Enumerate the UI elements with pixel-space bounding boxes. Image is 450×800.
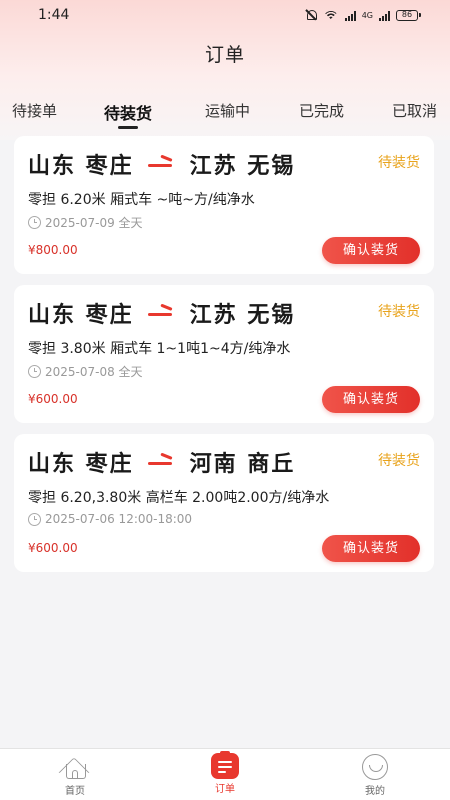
order-icon <box>211 751 239 779</box>
load-time: 2025-07-09 全天 <box>28 214 143 231</box>
network-label: 4G <box>361 10 373 20</box>
destination: 江苏 无锡 <box>189 154 296 179</box>
route-arrow-icon <box>147 457 176 467</box>
bottom-nav: 首页 订单 我的 <box>0 748 450 800</box>
tab-label: 已完成 <box>299 102 345 120</box>
status-bar: 1:44 4G 86 <box>0 0 450 30</box>
status-icons: 4G 86 <box>305 9 421 21</box>
status-time: 1:44 <box>38 7 70 23</box>
clock-icon <box>28 365 41 378</box>
nav-label: 订单 <box>215 784 235 795</box>
mute-icon <box>305 9 317 21</box>
origin: 山东 枣庄 <box>28 452 134 477</box>
route-arrow-icon <box>147 308 176 318</box>
tab-label: 运输中 <box>205 102 251 120</box>
load-date: 2025-07-06 12:00-18:00 <box>45 512 193 526</box>
load-time: 2025-07-06 12:00-18:00 <box>28 512 192 526</box>
confirm-loading-button[interactable]: 确认装货 <box>322 386 420 413</box>
confirm-loading-button[interactable]: 确认装货 <box>322 535 420 562</box>
wifi-icon <box>323 9 339 21</box>
order-card[interactable]: 山东 枣庄 河南 商丘 待装货 零担 6.20,3.80米 高栏车 2.00吨2… <box>14 434 434 572</box>
price: ¥600.00 <box>28 541 78 555</box>
origin: 山东 枣庄 <box>28 154 134 179</box>
route-arrow-icon <box>147 159 176 169</box>
status-badge: 待装货 <box>378 155 420 171</box>
cargo-detail: 零担 6.20米 厢式车 ~吨~方/纯净水 <box>28 192 255 208</box>
price: ¥800.00 <box>28 243 78 257</box>
route: 山东 枣庄 江苏 无锡 <box>28 297 295 329</box>
home-icon <box>60 753 90 781</box>
tab-pending-load[interactable]: 待装货 <box>104 100 153 129</box>
tab-in-transit[interactable]: 运输中 <box>205 100 250 121</box>
load-time: 2025-07-08 全天 <box>28 363 143 380</box>
destination: 江苏 无锡 <box>189 303 296 328</box>
smiley-icon <box>360 753 390 781</box>
order-card[interactable]: 山东 枣庄 江苏 无锡 待装货 零担 6.20米 厢式车 ~吨~方/纯净水 20… <box>14 136 434 274</box>
confirm-loading-button[interactable]: 确认装货 <box>322 237 420 264</box>
signal-icon-2 <box>379 10 390 21</box>
origin: 山东 枣庄 <box>28 303 134 328</box>
battery-icon: 86 <box>396 9 421 21</box>
nav-orders[interactable]: 订单 <box>195 751 255 795</box>
cargo-detail: 零担 3.80米 厢式车 1~1吨1~4方/纯净水 <box>28 341 291 357</box>
tab-active-indicator <box>118 126 138 129</box>
tab-cancelled[interactable]: 已取消 <box>392 100 437 121</box>
tab-completed[interactable]: 已完成 <box>299 100 344 121</box>
nav-label: 我的 <box>365 786 385 797</box>
nav-mine[interactable]: 我的 <box>345 753 405 797</box>
nav-home[interactable]: 首页 <box>45 753 105 797</box>
clock-icon <box>28 512 41 526</box>
status-badge: 待装货 <box>378 304 420 320</box>
status-badge: 待装货 <box>378 453 420 469</box>
destination: 河南 商丘 <box>189 452 296 477</box>
price: ¥600.00 <box>28 392 78 406</box>
signal-icon <box>344 10 356 21</box>
cargo-detail: 零担 6.20,3.80米 高栏车 2.00吨2.00方/纯净水 <box>28 490 330 506</box>
load-date: 2025-07-08 全天 <box>45 365 143 379</box>
page-title: 订单 <box>204 44 245 66</box>
route: 山东 枣庄 河南 商丘 <box>28 446 295 478</box>
route: 山东 枣庄 江苏 无锡 <box>28 148 295 180</box>
clock-icon <box>28 216 41 229</box>
tab-label: 待接单 <box>12 102 58 120</box>
order-card[interactable]: 山东 枣庄 江苏 无锡 待装货 零担 3.80米 厢式车 1~1吨1~4方/纯净… <box>14 285 434 423</box>
tab-label: 待装货 <box>104 104 153 123</box>
load-date: 2025-07-09 全天 <box>45 216 143 230</box>
tab-label: 已取消 <box>392 102 438 120</box>
order-tabs: 待接单 待装货 运输中 已完成 已取消 <box>0 100 450 129</box>
tab-pending-accept[interactable]: 待接单 <box>12 100 57 121</box>
